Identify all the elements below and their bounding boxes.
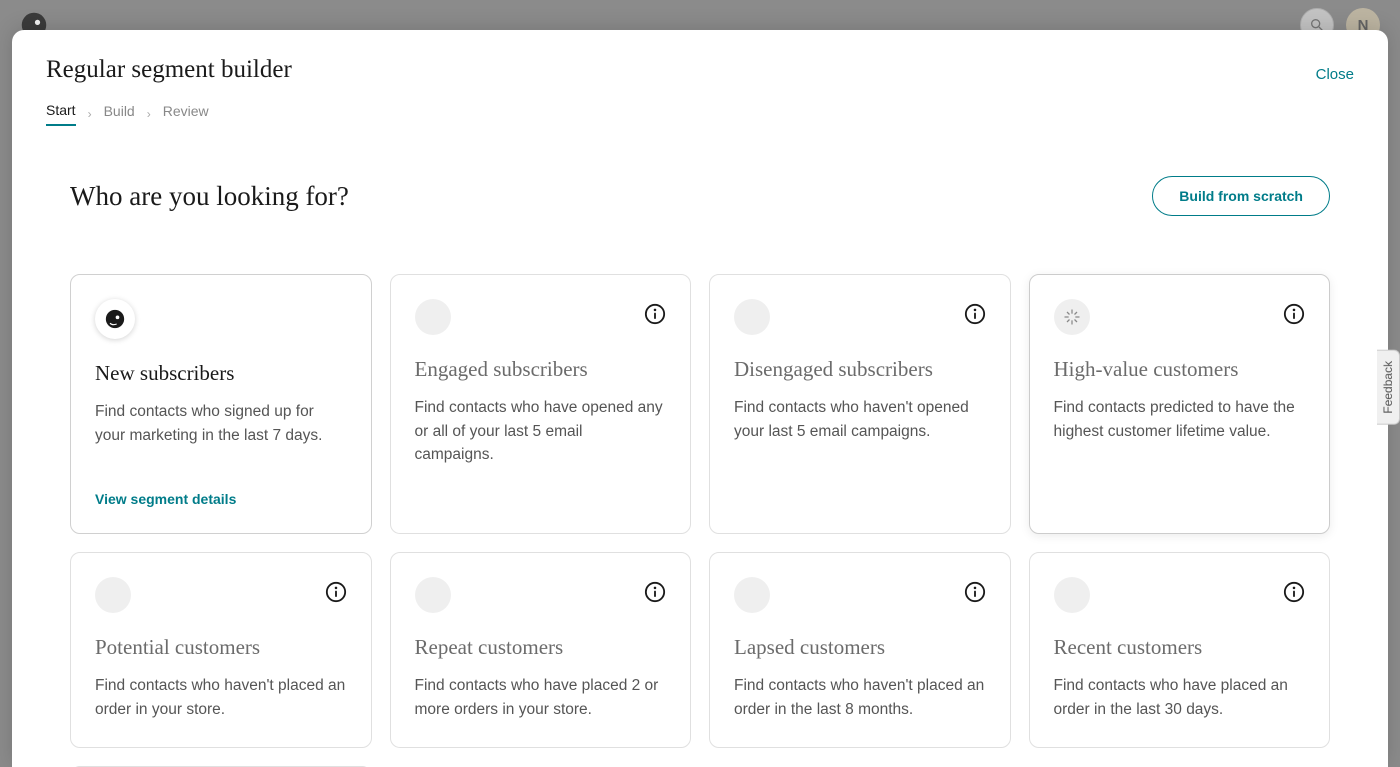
segment-card-repeat-customers[interactable]: Repeat customers Find contacts who have p… [390, 552, 692, 748]
info-icon[interactable] [1283, 581, 1305, 603]
chevron-right-icon: › [88, 107, 92, 121]
card-description: Find contacts who haven't placed an orde… [734, 674, 986, 721]
card-title: Lapsed customers [734, 635, 986, 660]
sparkle-icon [1054, 299, 1090, 335]
card-title: Repeat customers [415, 635, 667, 660]
card-title: Potential customers [95, 635, 347, 660]
segment-card-recent-customers[interactable]: Recent customers Find contacts who have p… [1029, 552, 1331, 748]
segment-card-engaged-subscribers[interactable]: Engaged subscribers Find contacts who hav… [390, 274, 692, 534]
view-segment-details-link[interactable]: View segment details [95, 491, 347, 507]
placeholder-icon [95, 577, 131, 613]
breadcrumb-step-build[interactable]: Build [104, 103, 135, 125]
info-icon[interactable] [1283, 303, 1305, 325]
breadcrumb: Start › Build › Review [12, 102, 1388, 126]
modal-title: Regular segment builder [46, 56, 292, 84]
card-title: Disengaged subscribers [734, 357, 986, 382]
mailchimp-icon [95, 299, 135, 339]
card-title: High-value customers [1054, 357, 1306, 382]
card-description: Find contacts who have placed an order i… [1054, 674, 1306, 721]
placeholder-icon [415, 577, 451, 613]
placeholder-icon [734, 299, 770, 335]
build-from-scratch-button[interactable]: Build from scratch [1152, 176, 1330, 216]
card-description: Find contacts who signed up for your mar… [95, 400, 347, 447]
chevron-right-icon: › [147, 107, 151, 121]
segment-card-disengaged-subscribers[interactable]: Disengaged subscribers Find contacts who … [709, 274, 1011, 534]
placeholder-icon [1054, 577, 1090, 613]
placeholder-icon [734, 577, 770, 613]
feedback-tab[interactable]: Feedback [1377, 350, 1400, 425]
info-icon[interactable] [964, 303, 986, 325]
segment-template-grid: New subscribers Find contacts who signed … [70, 274, 1330, 767]
breadcrumb-step-start[interactable]: Start [46, 102, 76, 126]
card-title: New subscribers [95, 361, 347, 386]
card-title: Engaged subscribers [415, 357, 667, 382]
breadcrumb-step-review[interactable]: Review [163, 103, 209, 125]
segment-card-new-subscribers[interactable]: New subscribers Find contacts who signed … [70, 274, 372, 534]
segment-card-lapsed-customers[interactable]: Lapsed customers Find contacts who haven'… [709, 552, 1011, 748]
info-icon[interactable] [964, 581, 986, 603]
card-description: Find contacts who haven't opened your la… [734, 396, 986, 443]
close-button[interactable]: Close [1316, 66, 1354, 83]
segment-builder-modal: Regular segment builder Close Start › Buil… [12, 30, 1388, 767]
card-description: Find contacts predicted to have the high… [1054, 396, 1306, 443]
page-title: Who are you looking for? [70, 181, 349, 212]
info-icon[interactable] [325, 581, 347, 603]
card-description: Find contacts who have placed 2 or more … [415, 674, 667, 721]
placeholder-icon [415, 299, 451, 335]
info-icon[interactable] [644, 581, 666, 603]
card-title: Recent customers [1054, 635, 1306, 660]
segment-card-potential-customers[interactable]: Potential customers Find contacts who hav… [70, 552, 372, 748]
segment-card-high-value-customers[interactable]: High-value customers Find contacts predic… [1029, 274, 1331, 534]
card-description: Find contacts who have opened any or all… [415, 396, 667, 467]
card-description: Find contacts who haven't placed an orde… [95, 674, 347, 721]
info-icon[interactable] [644, 303, 666, 325]
